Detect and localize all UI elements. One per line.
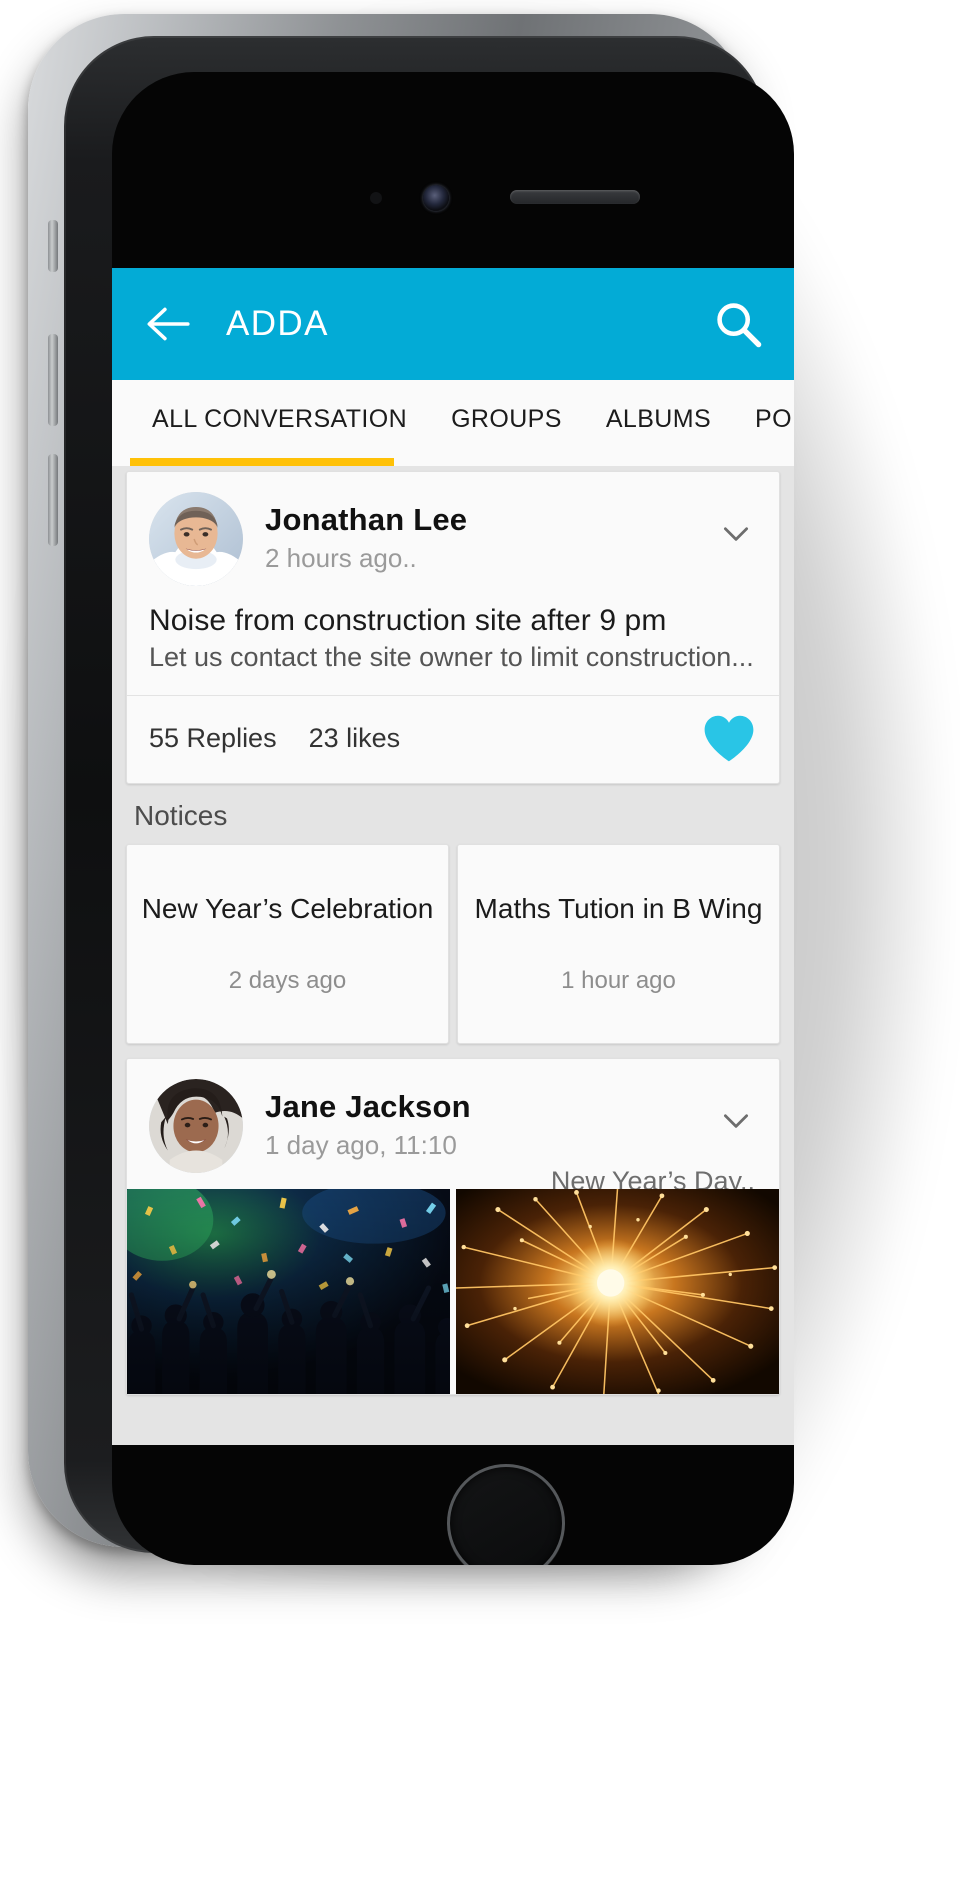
post-author-name: Jonathan Lee xyxy=(265,502,468,537)
post-card[interactable]: Jane Jackson 1 day ago, 11:10 New Year’s… xyxy=(126,1058,780,1395)
phone-body: ADDA ALL CONVERSATION GROUPS ALBUMS PO J… xyxy=(28,14,794,1565)
post-header: Jane Jackson 1 day ago, 11:10 New Year’s… xyxy=(127,1059,779,1196)
chevron-down-icon xyxy=(723,1114,749,1128)
post-title: Noise from construction site after 9 pm xyxy=(149,604,667,637)
notice-card[interactable]: New Year’s Celebration 2 days ago xyxy=(126,844,449,1044)
avatar xyxy=(149,492,243,586)
app-bar-title: ADDA xyxy=(226,304,329,343)
tab-bar: ALL CONVERSATION GROUPS ALBUMS POL xyxy=(112,380,794,466)
tab-groups[interactable]: GROUPS xyxy=(429,405,584,434)
tab-list: ALL CONVERSATION GROUPS ALBUMS POL xyxy=(112,380,794,458)
post-photo-grid xyxy=(127,1179,779,1394)
post-author-block: Jane Jackson 1 day ago, 11:10 xyxy=(265,1079,471,1161)
post-menu-button[interactable] xyxy=(719,516,753,555)
earpiece-speaker xyxy=(510,190,640,204)
mute-switch[interactable] xyxy=(48,220,58,272)
post-timestamp: 1 day ago, 11:10 xyxy=(265,1130,457,1160)
proximity-sensor-icon xyxy=(370,192,382,204)
post-photo[interactable] xyxy=(456,1189,779,1394)
notices-grid: New Year’s Celebration 2 days ago Maths … xyxy=(112,844,794,1044)
post-author-name: Jane Jackson xyxy=(265,1089,471,1124)
notice-card[interactable]: Maths Tution in B Wing 1 hour ago xyxy=(457,844,780,1044)
feed-list: Jonathan Lee 2 hours ago.. Noise from co… xyxy=(112,466,794,1445)
fireworks-burst-photo xyxy=(456,1189,779,1394)
likes-count[interactable]: 23 likes xyxy=(309,723,401,754)
post-author-block: Jonathan Lee 2 hours ago.. xyxy=(265,492,467,574)
tab-all-conversation[interactable]: ALL CONVERSATION xyxy=(130,405,429,434)
confetti-crowd-celebration-photo xyxy=(127,1189,450,1394)
app-screen: ADDA ALL CONVERSATION GROUPS ALBUMS PO J… xyxy=(112,268,794,1445)
tab-active-indicator xyxy=(130,458,394,466)
post-header: Jonathan Lee 2 hours ago.. xyxy=(127,472,779,600)
notice-title: New Year’s Celebration xyxy=(141,893,434,924)
post-menu-button[interactable] xyxy=(719,1103,753,1142)
avatar-photo-jonathan-lee xyxy=(149,492,243,586)
phone-display-glass: ADDA ALL CONVERSATION GROUPS ALBUMS PO J… xyxy=(112,72,794,1565)
phone-bezel: ADDA ALL CONVERSATION GROUPS ALBUMS PO J… xyxy=(64,36,794,1565)
notice-title: Maths Tution in B Wing xyxy=(474,893,763,924)
front-camera-icon xyxy=(423,185,449,211)
home-button[interactable] xyxy=(447,1464,565,1565)
replies-count[interactable]: 55 Replies xyxy=(149,723,277,754)
post-timestamp: 2 hours ago.. xyxy=(265,543,417,573)
tab-albums[interactable]: ALBUMS xyxy=(584,405,733,434)
post-photo[interactable] xyxy=(127,1189,450,1394)
back-button[interactable] xyxy=(140,297,194,351)
notice-timestamp: 1 hour ago xyxy=(561,967,676,994)
volume-up-button[interactable] xyxy=(48,334,58,426)
post-card[interactable]: Jonathan Lee 2 hours ago.. Noise from co… xyxy=(126,471,780,784)
chevron-down-icon xyxy=(723,527,749,541)
search-icon xyxy=(717,303,762,348)
like-button[interactable] xyxy=(703,714,755,763)
arrow-left-icon xyxy=(147,307,190,341)
post-stats-row: 55 Replies 23 likes xyxy=(127,695,779,783)
volume-down-button[interactable] xyxy=(48,454,58,546)
heart-icon xyxy=(704,715,754,762)
notices-section-label: Notices xyxy=(134,800,228,831)
tab-polls[interactable]: POL xyxy=(733,405,794,434)
app-bar: ADDA xyxy=(112,268,794,380)
screenshot-stage: ADDA ALL CONVERSATION GROUPS ALBUMS PO J… xyxy=(0,0,960,1883)
notice-timestamp: 2 days ago xyxy=(228,967,347,994)
avatar-photo-jane-jackson xyxy=(149,1079,243,1173)
search-button[interactable] xyxy=(710,296,766,352)
post-body: Noise from construction site after 9 pm … xyxy=(127,600,779,695)
post-snippet: Let us contact the site owner to limit c… xyxy=(149,642,754,672)
avatar xyxy=(149,1079,243,1173)
